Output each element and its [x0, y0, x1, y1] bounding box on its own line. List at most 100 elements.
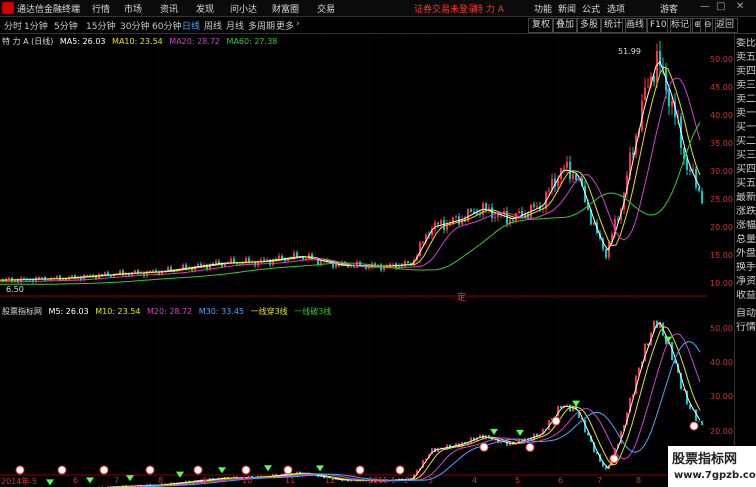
- watermark: 股票指标网 www.7gpzb.com: [668, 446, 756, 487]
- draw-button[interactable]: 画线: [622, 18, 649, 33]
- menu-ask[interactable]: 问小达: [230, 2, 257, 15]
- buy-signal-icon[interactable]: [395, 465, 405, 475]
- period-daily[interactable]: 日线: [182, 19, 200, 32]
- candle-body: [437, 222, 439, 225]
- period-1min[interactable]: 1分钟: [24, 19, 48, 32]
- x-axis-label: 6: [73, 476, 79, 485]
- chart-area[interactable]: 特 力 A (日线) MA5: 26.03 MA10: 23.54 MA20: …: [0, 34, 708, 487]
- sell-signal-icon[interactable]: [218, 467, 226, 474]
- buy-signal-icon[interactable]: [551, 416, 561, 426]
- period-weekly[interactable]: 周线: [204, 19, 222, 32]
- minimize-icon[interactable]: —: [700, 1, 710, 12]
- buy-signal-icon[interactable]: [145, 465, 155, 475]
- period-5min[interactable]: 5分钟: [54, 19, 78, 32]
- menu-market[interactable]: 市场: [124, 2, 142, 15]
- quote-label: 卖三: [736, 80, 756, 91]
- buy-signal-icon[interactable]: [479, 442, 489, 452]
- period-toolbar: 分时 1分钟 5分钟 15分钟 30分钟 60分钟 日线 周线 月线 多周期 更…: [0, 17, 756, 34]
- sell-signal-icon[interactable]: [490, 428, 498, 435]
- sell-signal-icon[interactable]: [86, 477, 94, 484]
- ma10-line: [0, 66, 701, 281]
- buy-signal-icon[interactable]: [99, 465, 109, 475]
- quote-label: 卖四: [736, 66, 756, 77]
- x-axis-label: 6: [558, 476, 564, 485]
- login-warning[interactable]: 证券交易未登录: [414, 2, 477, 15]
- x-axis-label: 9: [202, 476, 208, 485]
- quote-label: 买四: [736, 164, 756, 175]
- candle-body: [518, 210, 520, 213]
- watermark-title: 股票指标网: [672, 452, 738, 467]
- guest-label[interactable]: 游客: [660, 2, 678, 15]
- sub-legend-m10: M10: 23.54: [95, 307, 141, 316]
- candle-body: [197, 263, 199, 267]
- buy-signal-icon[interactable]: [689, 421, 699, 431]
- candle-body: [701, 190, 703, 204]
- adjust-button[interactable]: 复权: [528, 18, 555, 33]
- quote-panel: 委比 卖五 卖四 卖三 卖二 卖一 买一 买二 买三 买四 买五 最新 涨跌 涨…: [734, 34, 756, 487]
- menu-formula[interactable]: 公式: [582, 2, 600, 15]
- buy-signal-icon[interactable]: [283, 465, 293, 475]
- menu-news[interactable]: 资讯: [160, 2, 178, 15]
- candle-body: [215, 261, 217, 264]
- period-more[interactable]: 更多: [276, 19, 294, 32]
- menu-discover[interactable]: 发现: [196, 2, 214, 15]
- overlay-button[interactable]: 叠加: [552, 18, 579, 33]
- period-intraday[interactable]: 分时: [4, 19, 22, 32]
- quote-label: 委比: [736, 38, 756, 49]
- back-button[interactable]: 返回: [712, 18, 739, 33]
- buy-signal-icon[interactable]: [241, 465, 251, 475]
- candle-body: [671, 101, 673, 107]
- period-multi[interactable]: 多周期: [248, 19, 275, 32]
- buy-signal-icon[interactable]: [525, 442, 535, 452]
- sell-signal-icon[interactable]: [264, 465, 272, 472]
- candle-body: [689, 169, 691, 171]
- quotes-button[interactable]: 行情: [736, 322, 756, 334]
- sell-signal-icon[interactable]: [316, 465, 324, 472]
- quote-label: 最新: [736, 192, 756, 203]
- candle-body: [548, 190, 550, 192]
- period-15min[interactable]: 15分钟: [86, 19, 115, 32]
- candle-body: [488, 207, 490, 210]
- candle-body: [86, 275, 88, 277]
- menu-news-right[interactable]: 新闻: [558, 2, 576, 15]
- menu-trade[interactable]: 交易: [317, 2, 335, 15]
- period-monthly[interactable]: 月线: [226, 19, 244, 32]
- period-30min[interactable]: 30分钟: [120, 19, 149, 32]
- x-axis-label: 3: [428, 476, 434, 485]
- main-legend: 特 力 A (日线) MA5: 26.03 MA10: 23.54 MA20: …: [2, 36, 277, 47]
- sell-signal-icon[interactable]: [516, 429, 524, 436]
- stock-name-top: 特 力 A: [474, 5, 504, 15]
- buy-signal-icon[interactable]: [609, 454, 619, 464]
- period-60min[interactable]: 60分钟: [152, 19, 181, 32]
- event-marker[interactable]: 定: [457, 290, 466, 303]
- legend-ma5: MA5: 26.03: [59, 37, 106, 46]
- candle-body: [236, 263, 238, 265]
- kline-chart[interactable]: [0, 34, 708, 487]
- period-more-arrow-icon[interactable]: ›: [296, 19, 300, 29]
- candle-body: [335, 263, 337, 268]
- candle-body: [647, 86, 649, 88]
- sell-signal-icon[interactable]: [126, 475, 134, 482]
- auto-button[interactable]: 自动: [736, 308, 756, 320]
- candle-body: [566, 161, 568, 168]
- menu-wealth[interactable]: 财富圈: [272, 2, 299, 15]
- buy-signal-icon[interactable]: [355, 465, 365, 475]
- sub-axis-label: 30.00: [710, 392, 733, 401]
- buy-signal-icon[interactable]: [193, 465, 203, 475]
- candle-body: [440, 220, 442, 225]
- app-title: 通达信金融终端: [17, 5, 81, 15]
- buy-signal-icon[interactable]: [57, 465, 67, 475]
- axis-label: 45.00: [710, 83, 733, 92]
- candle-body: [470, 209, 472, 212]
- menu-function[interactable]: 功能: [534, 2, 552, 15]
- sub-axis-label: 50.00: [710, 324, 733, 333]
- menu-quotes[interactable]: 行情: [92, 2, 110, 15]
- multi-stock-button[interactable]: 多股: [576, 18, 603, 33]
- buy-signal-icon[interactable]: [15, 465, 25, 475]
- sell-signal-icon[interactable]: [46, 479, 54, 486]
- maximize-icon[interactable]: □: [716, 1, 725, 12]
- quote-label: 买五: [736, 178, 756, 189]
- menu-options[interactable]: 选项: [607, 2, 625, 15]
- close-icon[interactable]: ✕: [736, 1, 744, 12]
- candle-body: [200, 263, 202, 266]
